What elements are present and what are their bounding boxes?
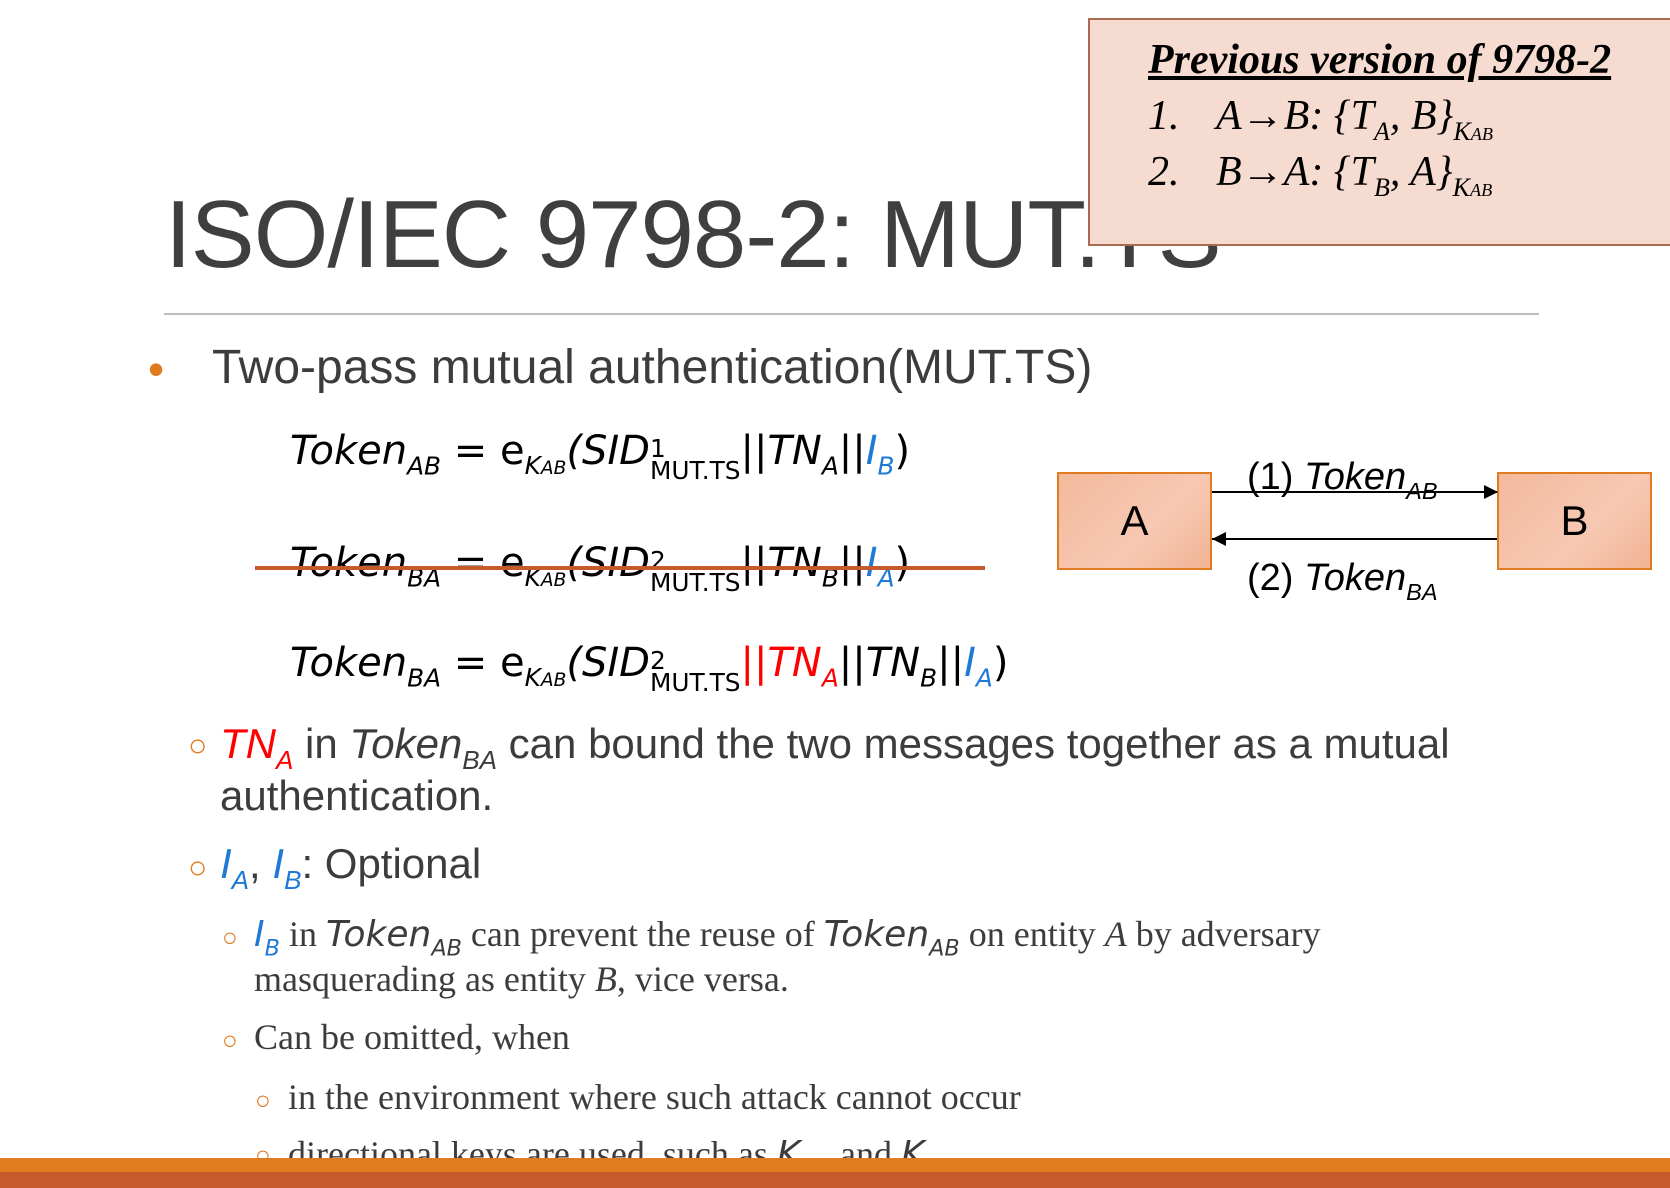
footer-bar-orange bbox=[0, 1158, 1670, 1172]
message-2-arrow bbox=[1212, 538, 1497, 540]
circle-bullet-icon: ○ bbox=[222, 1025, 238, 1055]
step-receiver: A bbox=[1283, 149, 1310, 195]
slide-title: ISO/IEC 9798-2: MUT.TS bbox=[165, 181, 1222, 288]
circle-bullet-icon: ○ bbox=[255, 1085, 271, 1115]
previous-version-box: Previous version of 9798-2 1. A→B: {TA, B… bbox=[1088, 18, 1670, 246]
step-content: , B} bbox=[1389, 93, 1454, 139]
step-sender: B bbox=[1216, 149, 1242, 195]
equation-token-ab: TokenAB = eKAB(SID 1 MUT.TS ||TNA||IB) bbox=[290, 428, 911, 486]
step-number: 2. bbox=[1148, 149, 1180, 195]
entity-a-box: A bbox=[1057, 472, 1212, 570]
sub-point-optional: IA, IB: Optional bbox=[220, 840, 482, 895]
equation-token-ba-new: TokenBA = eKAB(SID 2 MUT.TS ||TNA||TNB||IA) bbox=[290, 640, 1009, 698]
title-divider bbox=[164, 313, 1539, 315]
circle-bullet-icon: ○ bbox=[188, 849, 208, 885]
step-subscript: B bbox=[1373, 172, 1390, 202]
step-content: : {T bbox=[1309, 149, 1374, 195]
bullet-dot-icon: • bbox=[148, 343, 165, 395]
previous-step-1: 1. A→B: {TA, B}KAB bbox=[1148, 92, 1493, 144]
arrow-right-icon: → bbox=[1241, 149, 1284, 195]
step-content: , A} bbox=[1389, 149, 1453, 195]
step-subscript: A bbox=[1373, 116, 1390, 146]
previous-version-heading: Previous version of 9798-2 bbox=[1148, 37, 1612, 83]
arrow-right-icon: → bbox=[1241, 93, 1284, 139]
message-2-label: (2) TokenBA bbox=[1247, 557, 1438, 605]
previous-step-2: 2. B→A: {TB, A}KAB bbox=[1148, 148, 1492, 200]
entity-b-box: B bbox=[1497, 472, 1652, 570]
circle-bullet-icon: ○ bbox=[222, 922, 238, 952]
step-content: : {T bbox=[1309, 93, 1374, 139]
circle-bullet-icon: ○ bbox=[188, 727, 208, 763]
bullet-main-text: Two-pass mutual authentication(MUT.TS) bbox=[212, 341, 1093, 394]
step-key: KAB bbox=[1452, 172, 1493, 202]
strikethrough-line bbox=[255, 566, 985, 570]
arrowhead-right-icon bbox=[1484, 485, 1498, 499]
sub-point-binding: TNA in TokenBA can bound the two message… bbox=[220, 720, 1450, 819]
message-1-label: (1) TokenAB bbox=[1247, 456, 1438, 504]
footer-bar-dark bbox=[0, 1172, 1670, 1188]
step-sender: A bbox=[1216, 93, 1242, 139]
condition-no-attack: in the environment where such attack can… bbox=[288, 1077, 1021, 1117]
sub-sub-point-omitted: Can be omitted, when bbox=[254, 1017, 570, 1057]
step-key: KAB bbox=[1453, 116, 1493, 146]
arrowhead-left-icon bbox=[1212, 532, 1226, 546]
step-number: 1. bbox=[1148, 93, 1180, 139]
sub-sub-point-reuse: IB in TokenAB can prevent the reuse of T… bbox=[254, 914, 1321, 999]
step-receiver: B bbox=[1283, 93, 1310, 139]
